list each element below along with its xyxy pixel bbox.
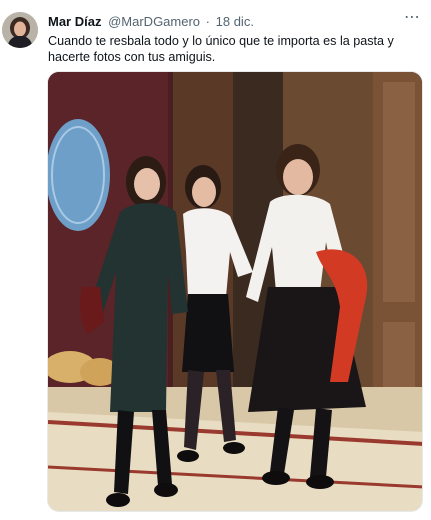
author-name[interactable]: Mar Díaz [48, 14, 101, 29]
photo-image [48, 72, 422, 511]
tweet-header: Mar Díaz @MarDGamero · 18 dic. [48, 14, 401, 32]
avatar-image [2, 12, 38, 48]
more-options-button[interactable]: ⋯ [401, 9, 423, 29]
tweet-text: Cuando te resbala todo y lo único que te… [48, 34, 394, 64]
separator-dot: · [205, 14, 210, 29]
tweet-date[interactable]: 18 dic. [216, 14, 254, 29]
more-horizontal-icon: ⋯ [404, 9, 420, 26]
tweet-photo[interactable] [47, 71, 423, 512]
tweet: Mar Díaz @MarDGamero · 18 dic. ⋯ Cuando … [0, 0, 431, 520]
author-handle[interactable]: @MarDGamero [108, 14, 200, 29]
avatar[interactable] [2, 12, 38, 48]
